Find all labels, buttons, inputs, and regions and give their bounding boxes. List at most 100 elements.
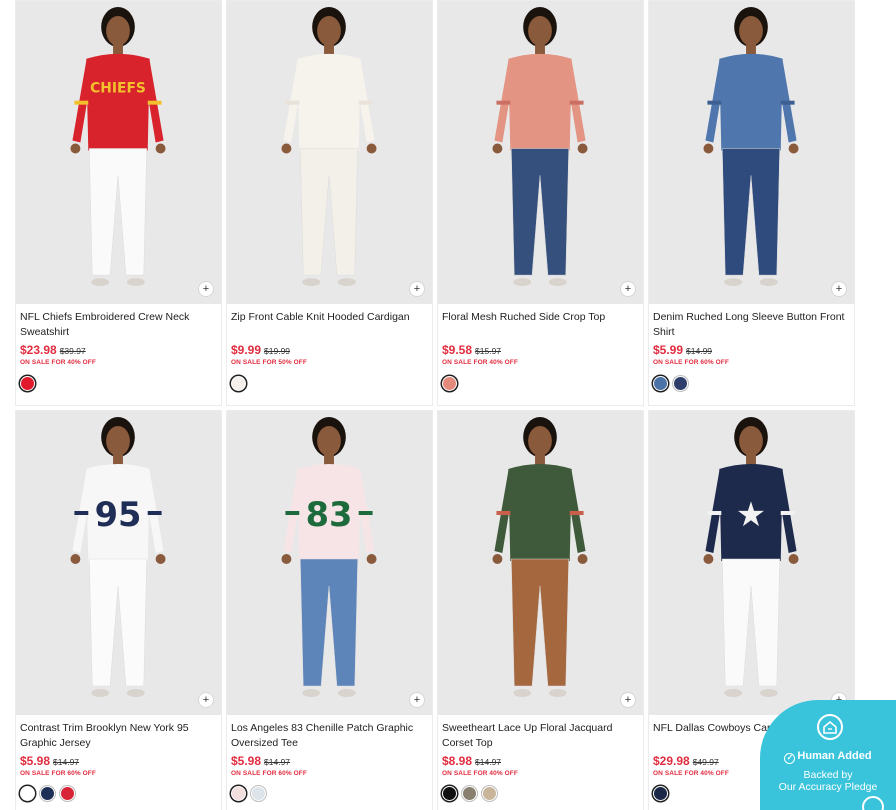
pledge-added-label: Human Added [797, 750, 872, 762]
product-info: Los Angeles 83 Chenille Patch Graphic Ov… [227, 715, 432, 777]
color-swatch[interactable] [653, 376, 668, 391]
sale-price: $5.98 [231, 754, 262, 768]
product-name-link[interactable]: Contrast Trim Brooklyn New York 95 Graph… [20, 721, 217, 751]
original-price: $14.97 [475, 757, 502, 767]
sale-badge: ON SALE FOR 40% OFF [20, 359, 96, 366]
model-photo-illustration: 83 [281, 417, 377, 697]
color-swatch[interactable] [231, 786, 246, 801]
quick-add-plus-icon[interactable]: + [409, 281, 425, 297]
quick-add-plus-icon[interactable]: + [198, 692, 214, 708]
model-photo-illustration: 95 [70, 417, 166, 697]
product-card[interactable]: + Denim Ruched Long Sleeve Button Front S… [648, 0, 855, 406]
color-swatch[interactable] [20, 376, 35, 391]
product-grid: CHIEFS + NFL Chiefs Embroidered Crew Neck … [15, 0, 855, 810]
pledge-toggle-icon[interactable] [862, 796, 884, 810]
sale-badge: ON SALE FOR 60% OFF [20, 770, 96, 777]
product-card[interactable]: + Floral Mesh Ruched Side Crop Top $9.58 $1… [437, 0, 644, 406]
quick-add-plus-icon[interactable]: + [620, 281, 636, 297]
sale-price: $29.98 [653, 754, 690, 768]
product-image[interactable]: 95 + [16, 411, 221, 715]
original-price: $14.97 [53, 757, 80, 767]
sale-price: $5.99 [653, 343, 684, 357]
model-photo-illustration [703, 6, 799, 287]
price-row: $5.98 $14.97 [20, 754, 217, 768]
product-info: Zip Front Cable Knit Hooded Cardigan $9.9… [227, 304, 432, 366]
product-image[interactable]: CHIEFS + [16, 1, 221, 304]
product-name-link[interactable]: Sweetheart Lace Up Floral Jacquard Corse… [442, 721, 639, 751]
quick-add-plus-icon[interactable]: + [620, 692, 636, 708]
original-price: $49.97 [692, 757, 719, 767]
sale-badge: ON SALE FOR 40% OFF [442, 770, 518, 777]
price-row: $5.99 $14.99 [653, 343, 850, 357]
product-card[interactable]: 83 + Los Angeles 83 Chenille Patch Graphic… [226, 410, 433, 810]
color-swatch[interactable] [442, 376, 457, 391]
color-swatch[interactable] [231, 376, 246, 391]
product-image[interactable]: + [227, 1, 432, 304]
model-photo-illustration [492, 6, 588, 287]
color-swatches [231, 376, 246, 391]
original-price: $39.97 [59, 346, 86, 356]
model-photo-illustration: CHIEFS [70, 6, 166, 287]
product-image[interactable]: + [649, 1, 854, 304]
color-swatches [442, 376, 457, 391]
product-info: Contrast Trim Brooklyn New York 95 Graph… [16, 715, 221, 777]
original-price: $14.97 [264, 757, 291, 767]
product-image[interactable]: + [438, 1, 643, 304]
color-swatch[interactable] [673, 376, 688, 391]
product-card[interactable]: CHIEFS + NFL Chiefs Embroidered Crew Neck … [15, 0, 222, 406]
color-swatch[interactable] [251, 786, 266, 801]
price-row: $23.98 $39.97 [20, 343, 217, 357]
sale-price: $9.58 [442, 343, 473, 357]
product-image[interactable]: 83 + [227, 411, 432, 715]
color-swatch[interactable] [462, 786, 477, 801]
color-swatches [20, 786, 75, 801]
sale-badge: ON SALE FOR 60% OFF [231, 770, 307, 777]
price-row: $5.98 $14.97 [231, 754, 428, 768]
product-info: Floral Mesh Ruched Side Crop Top $9.58 $15… [438, 304, 643, 366]
color-swatches [653, 786, 668, 801]
quick-add-plus-icon[interactable]: + [831, 281, 847, 297]
model-photo-illustration [281, 6, 377, 287]
shirt-graphic: CHIEFS [90, 81, 146, 97]
color-swatch[interactable] [40, 786, 55, 801]
pledge-backed-text: Backed by Our Accuracy Pledge [760, 769, 896, 793]
product-card[interactable]: + Sweetheart Lace Up Floral Jacquard Cors… [437, 410, 644, 810]
sale-price: $9.99 [231, 343, 262, 357]
quick-add-plus-icon[interactable]: + [409, 692, 425, 708]
product-info: Denim Ruched Long Sleeve Button Front Sh… [649, 304, 854, 366]
color-swatch[interactable] [20, 786, 35, 801]
sale-price: $23.98 [20, 343, 57, 357]
product-card[interactable]: + Zip Front Cable Knit Hooded Cardigan $9.… [226, 0, 433, 406]
pledge-added-text: ✓ Human Added [760, 750, 896, 764]
product-name-link[interactable]: Floral Mesh Ruched Side Crop Top [442, 310, 639, 340]
accuracy-pledge-badge[interactable]: ✓ Human Added Backed by Our Accuracy Pled… [760, 700, 896, 810]
product-card[interactable]: 95 + Contrast Trim Brooklyn New York 95 Gr… [15, 410, 222, 810]
original-price: $14.99 [686, 346, 713, 356]
color-swatches [653, 376, 688, 391]
product-name-link[interactable]: Los Angeles 83 Chenille Patch Graphic Ov… [231, 721, 428, 751]
sale-price: $5.98 [20, 754, 51, 768]
shirt-graphic: ★ [736, 495, 766, 534]
color-swatch[interactable] [653, 786, 668, 801]
color-swatch[interactable] [442, 786, 457, 801]
color-swatches [20, 376, 35, 391]
color-swatch[interactable] [482, 786, 497, 801]
color-swatches [231, 786, 266, 801]
color-swatch[interactable] [60, 786, 75, 801]
pledge-backed-line2: Our Accuracy Pledge [778, 781, 878, 793]
price-row: $9.58 $15.97 [442, 343, 639, 357]
product-image[interactable]: ★+ [649, 411, 854, 715]
color-swatches [442, 786, 497, 801]
product-info: NFL Chiefs Embroidered Crew Neck Sweatsh… [16, 304, 221, 366]
shirt-graphic: 83 [306, 495, 353, 534]
price-row: $9.99 $19.99 [231, 343, 428, 357]
model-photo-illustration: ★ [703, 417, 799, 697]
product-name-link[interactable]: Zip Front Cable Knit Hooded Cardigan [231, 310, 428, 340]
quick-add-plus-icon[interactable]: + [198, 281, 214, 297]
shirt-graphic: 95 [95, 495, 142, 534]
check-circle-icon: ✓ [784, 753, 796, 764]
product-name-link[interactable]: Denim Ruched Long Sleeve Button Front Sh… [653, 310, 850, 340]
product-image[interactable]: + [438, 411, 643, 715]
product-name-link[interactable]: NFL Chiefs Embroidered Crew Neck Sweatsh… [20, 310, 217, 340]
model-photo-illustration [492, 417, 588, 697]
